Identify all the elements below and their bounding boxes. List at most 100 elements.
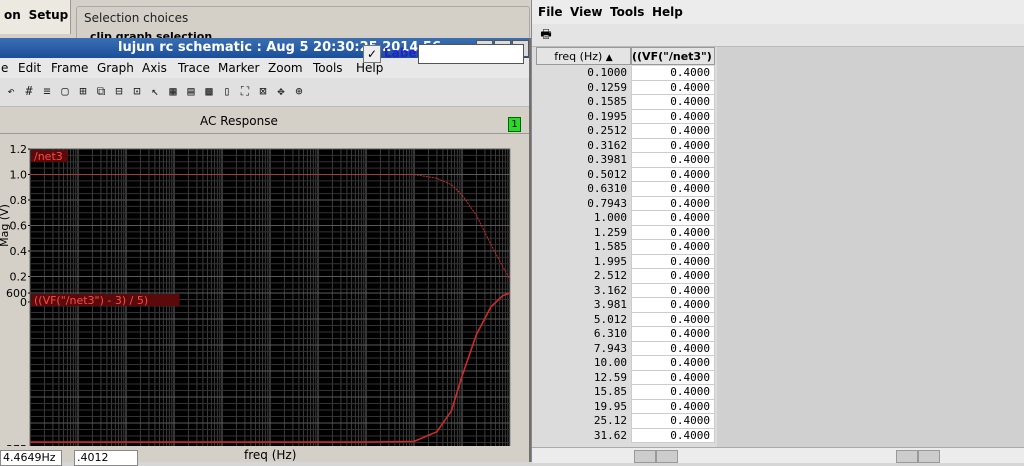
cell-freq[interactable]: 31.62 — [536, 428, 631, 443]
table-row[interactable]: 0.3981 0.4000 — [536, 153, 716, 168]
table-row[interactable]: 1.000 0.4000 — [536, 211, 716, 226]
cell-freq[interactable]: 12.59 — [536, 370, 631, 385]
cell-freq[interactable]: 0.1995 — [536, 109, 631, 124]
menu-item-on[interactable]: on — [4, 8, 21, 22]
table-row[interactable]: 7.943 0.4000 — [536, 341, 716, 356]
cell-value[interactable]: 0.4000 — [631, 95, 715, 110]
table-row[interactable]: 0.7943 0.4000 — [536, 196, 716, 211]
column-header-vf[interactable]: ((VF("/net3") ... — [631, 47, 715, 65]
table-row[interactable]: 0.2512 0.4000 — [536, 124, 716, 139]
cell-freq[interactable]: 0.6310 — [536, 182, 631, 197]
cell-value[interactable]: 0.4000 — [631, 370, 715, 385]
menu-trace[interactable]: Trace — [178, 61, 210, 75]
menu-view[interactable]: View — [570, 5, 602, 19]
scroll-left-button[interactable] — [634, 450, 656, 463]
cell-value[interactable]: 0.4000 — [631, 211, 715, 226]
cell-value[interactable]: 0.4000 — [631, 312, 715, 327]
menu-help[interactable]: Help — [356, 61, 383, 75]
cell-value[interactable]: 0.4000 — [631, 385, 715, 400]
sort-icon[interactable]: ▲ — [606, 53, 613, 63]
cell-value[interactable]: 0.4000 — [631, 341, 715, 356]
table-row[interactable]: 10.00 0.4000 — [536, 356, 716, 371]
copy-icon[interactable]: ⧉ — [94, 84, 108, 98]
cell-value[interactable]: 0.4000 — [631, 327, 715, 342]
cell-freq[interactable]: 19.95 — [536, 399, 631, 414]
table-row[interactable]: 19.95 0.4000 — [536, 399, 716, 414]
menu-edit[interactable]: Edit — [18, 61, 41, 75]
cell-value[interactable]: 0.4000 — [631, 414, 715, 429]
cell-value[interactable]: 0.4000 — [631, 225, 715, 240]
cell-value[interactable]: 0.4000 — [631, 196, 715, 211]
table-row[interactable]: 0.1000 0.4000 — [536, 66, 716, 81]
table-row[interactable]: 6.310 0.4000 — [536, 327, 716, 342]
plot-area[interactable]: /net31.21.00.80.60.40.20Mag (V) ((VF("/n… — [0, 134, 528, 446]
menu-file[interactable]: e — [1, 61, 8, 75]
undo-icon[interactable]: ↶ — [4, 84, 18, 98]
cell-freq[interactable]: 0.5012 — [536, 167, 631, 182]
pattern-icon[interactable]: ▩ — [202, 84, 216, 98]
cell-freq[interactable]: 0.1259 — [536, 80, 631, 95]
cell-freq[interactable]: 25.12 — [536, 414, 631, 429]
split-icon[interactable]: ⊟ — [112, 84, 126, 98]
table-row[interactable]: 1.259 0.4000 — [536, 225, 716, 240]
trace-label[interactable]: ((VF("/net3") - 3) / 5) — [34, 294, 148, 307]
table-row[interactable]: 12.59 0.4000 — [536, 370, 716, 385]
trace-label[interactable]: /net3 — [34, 150, 63, 163]
cell-freq[interactable]: 0.1585 — [536, 95, 631, 110]
cell-value[interactable]: 0.4000 — [631, 356, 715, 371]
cell-freq[interactable]: 6.310 — [536, 327, 631, 342]
cell-value[interactable]: 0.4000 — [631, 66, 715, 81]
cell-value[interactable]: 0.4000 — [631, 138, 715, 153]
table-row[interactable]: 15.85 0.4000 — [536, 385, 716, 400]
bottom-scrollbar[interactable] — [532, 447, 1024, 463]
mag-graph[interactable]: /net31.21.00.80.60.40.20Mag (V) — [0, 143, 511, 309]
zoom-icon[interactable]: ⊠ — [256, 84, 270, 98]
menu-zoom[interactable]: Zoom — [268, 61, 303, 75]
phase-graph[interactable]: ((VF("/net3") - 3) / 5)60037510−11001011… — [6, 287, 521, 446]
menu-item-setup[interactable]: Setup — [29, 8, 69, 22]
grid-icon[interactable]: # — [22, 84, 36, 98]
frame-icon[interactable]: ▢ — [58, 84, 72, 98]
fit-icon[interactable]: ⛶ — [238, 84, 252, 98]
table-row[interactable]: 0.5012 0.4000 — [536, 167, 716, 182]
cell-value[interactable]: 0.4000 — [631, 298, 715, 313]
cell-value[interactable]: 0.4000 — [631, 428, 715, 443]
menu-file[interactable]: File — [538, 5, 563, 19]
label-input[interactable] — [418, 44, 524, 64]
table-row[interactable]: 0.3162 0.4000 — [536, 138, 716, 153]
cell-freq[interactable]: 2.512 — [536, 269, 631, 284]
subwindow-icon[interactable]: ⊡ — [130, 84, 144, 98]
table-row[interactable]: 1.585 0.4000 — [536, 240, 716, 255]
cell-freq[interactable]: 5.012 — [536, 312, 631, 327]
table-row[interactable]: 25.12 0.4000 — [536, 414, 716, 429]
table-row[interactable]: 0.6310 0.4000 — [536, 182, 716, 197]
menu-graph[interactable]: Graph — [97, 61, 134, 75]
cell-value[interactable]: 0.4000 — [631, 182, 715, 197]
cell-freq[interactable]: 15.85 — [536, 385, 631, 400]
cell-freq[interactable]: 7.943 — [536, 341, 631, 356]
cell-value[interactable]: 0.4000 — [631, 167, 715, 182]
label-checkbox[interactable]: ✓ — [363, 45, 381, 63]
cell-freq[interactable]: 10.00 — [536, 356, 631, 371]
table-row[interactable]: 1.995 0.4000 — [536, 254, 716, 269]
cell-value[interactable]: 0.4000 — [631, 124, 715, 139]
table-row[interactable]: 2.512 0.4000 — [536, 269, 716, 284]
cell-freq[interactable]: 1.995 — [536, 254, 631, 269]
table-row[interactable]: 3.981 0.4000 — [536, 298, 716, 313]
scroll-left2-button[interactable] — [656, 450, 678, 463]
cell-freq[interactable]: 1.259 — [536, 225, 631, 240]
cell-freq[interactable]: 1.585 — [536, 240, 631, 255]
cell-value[interactable]: 0.4000 — [631, 399, 715, 414]
cell-value[interactable]: 0.4000 — [631, 109, 715, 124]
column-header-freq[interactable]: freq (Hz) ▲ — [536, 47, 631, 65]
cell-freq[interactable]: 0.7943 — [536, 196, 631, 211]
scroll-right-button[interactable] — [896, 450, 918, 463]
table-row[interactable]: 0.1585 0.4000 — [536, 95, 716, 110]
cell-value[interactable]: 0.4000 — [631, 80, 715, 95]
menu-axis[interactable]: Axis — [142, 61, 167, 75]
cell-value[interactable]: 0.4000 — [631, 283, 715, 298]
cell-freq[interactable]: 0.3162 — [536, 138, 631, 153]
menu-frame[interactable]: Frame — [51, 61, 88, 75]
pan-icon[interactable]: ✥ — [274, 84, 288, 98]
print-icon[interactable]: 🖶 — [538, 27, 554, 42]
